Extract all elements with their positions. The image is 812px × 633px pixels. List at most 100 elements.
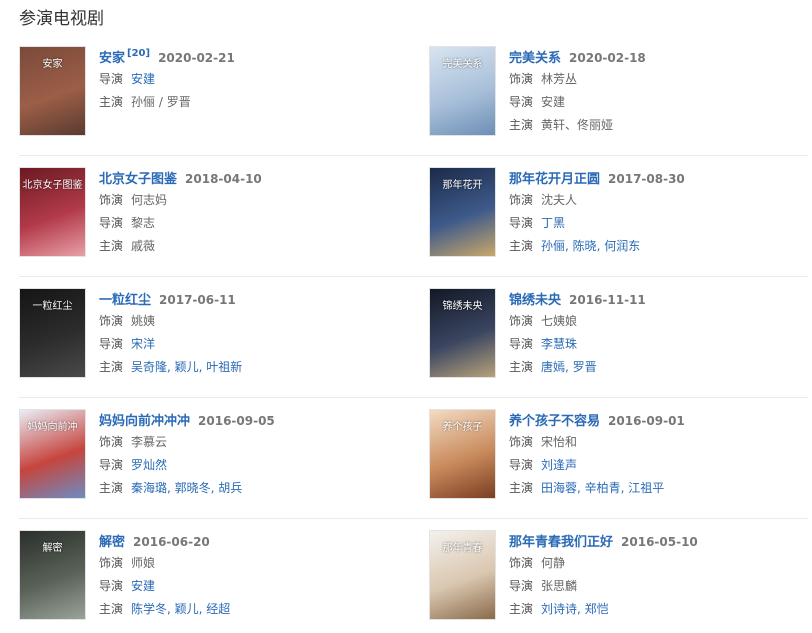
drama-poster[interactable]: 那年青春 <box>429 530 496 620</box>
drama-info: 一粒红尘 2017-06-11 饰演 姚姨 导演 宋洋 主演 吴奇隆, 颖儿, 叶祖新 <box>99 288 399 379</box>
drama-info: 那年青春我们正好 2016-05-10 饰演 何静 导演 张思麟 主演 刘诗诗, 郑恺 <box>509 530 809 621</box>
credit-label: 导演 <box>99 579 124 593</box>
credit-value-link[interactable]: 罗灿然 <box>131 458 167 472</box>
credit-label: 主演 <box>99 95 124 109</box>
release-date: 2017-06-11 <box>159 293 236 307</box>
credit-label: 主演 <box>509 118 534 132</box>
credit-value-link[interactable]: 丁黑 <box>541 216 565 230</box>
credit-label: 导演 <box>509 95 534 109</box>
credit-value: 七姨娘 <box>541 314 578 328</box>
credit-label: 主演 <box>509 239 534 253</box>
drama-info: 北京女子图鉴 2018-04-10 饰演 何志妈 导演 黎志 主演 戚薇 <box>99 167 399 258</box>
drama-title-link[interactable]: 锦绣未央 <box>509 293 561 308</box>
drama-poster[interactable]: 妈妈向前冲 <box>19 409 86 499</box>
drama-poster[interactable]: 锦绣未央 <box>429 288 496 378</box>
drama-poster[interactable]: 一粒红尘 <box>19 288 86 378</box>
poster-caption: 那年花开 <box>442 180 483 191</box>
credit-value-link[interactable]: 刘逢声 <box>541 458 577 472</box>
poster-caption: 那年青春 <box>442 543 483 554</box>
drama-poster[interactable]: 安家 <box>19 46 86 136</box>
drama-title-link[interactable]: 妈妈向前冲冲冲 <box>99 414 190 429</box>
row-divider <box>19 518 808 519</box>
credit-value-link[interactable]: 陈学冬, 颖儿, 经超 <box>131 602 230 616</box>
drama-title-link[interactable]: 一粒红尘 <box>99 293 151 308</box>
credit-value-link[interactable]: 宋洋 <box>131 337 155 351</box>
credit-label: 饰演 <box>509 193 534 207</box>
credit-row: 导演 宋洋 <box>99 333 399 356</box>
drama-title-link[interactable]: 养个孩子不容易 <box>509 414 600 429</box>
credit-row: 导演 张思麟 <box>509 575 809 598</box>
credit-label: 主演 <box>99 239 124 253</box>
credit-value: 林芳丛 <box>541 72 578 86</box>
credit-label: 导演 <box>99 216 124 230</box>
credit-row: 主演 黄轩、佟丽娅 <box>509 114 809 137</box>
drama-title-link[interactable]: 北京女子图鉴 <box>99 172 177 187</box>
credit-row: 饰演 何静 <box>509 552 809 575</box>
drama-poster[interactable]: 完美关系 <box>429 46 496 136</box>
credit-row: 饰演 七姨娘 <box>509 310 809 333</box>
credit-value: 师娘 <box>131 556 156 570</box>
credit-row: 主演 唐嫣, 罗晋 <box>509 356 809 379</box>
drama-info: 养个孩子不容易 2016-09-01 饰演 宋怡和 导演 刘逢声 主演 田海蓉, 辛柏青, 江… <box>509 409 809 500</box>
drama-poster[interactable]: 养个孩子 <box>429 409 496 499</box>
drama-poster[interactable]: 那年花开 <box>429 167 496 257</box>
credit-label: 主演 <box>509 360 534 374</box>
credit-label: 饰演 <box>509 314 534 328</box>
release-date: 2020-02-18 <box>569 51 646 65</box>
credit-row: 导演 黎志 <box>99 212 399 235</box>
credit-label: 主演 <box>509 481 534 495</box>
poster-caption: 北京女子图鉴 <box>22 180 83 191</box>
release-date: 2018-04-10 <box>185 172 262 186</box>
credit-row: 导演 罗灿然 <box>99 454 399 477</box>
drama-item: 一粒红尘 一粒红尘 2017-06-11 饰演 姚姨 导演 宋洋 主演 吴奇隆, 颖儿, 叶祖新 <box>19 288 409 388</box>
credit-value-link[interactable]: 孙俪, 陈晓, 何润东 <box>541 239 640 253</box>
credit-value: 何静 <box>541 556 566 570</box>
drama-item: 养个孩子 养个孩子不容易 2016-09-01 饰演 宋怡和 导演 刘逢声 主演 田海蓉, 辛柏… <box>429 409 812 509</box>
credit-value: 何志妈 <box>131 193 168 207</box>
credit-label: 主演 <box>99 481 124 495</box>
release-date: 2016-11-11 <box>569 293 646 307</box>
drama-title-link[interactable]: 完美关系 <box>509 51 561 66</box>
credit-value: 黎志 <box>131 216 156 230</box>
release-date: 2016-09-01 <box>608 414 685 428</box>
credit-value: 孙俪 / 罗晋 <box>131 95 191 109</box>
credit-row: 饰演 姚姨 <box>99 310 399 333</box>
credit-label: 导演 <box>509 579 534 593</box>
drama-info: 锦绣未央 2016-11-11 饰演 七姨娘 导演 李慧珠 主演 唐嫣, 罗晋 <box>509 288 809 379</box>
drama-poster[interactable]: 解密 <box>19 530 86 620</box>
credit-value-link[interactable]: 李慧珠 <box>541 337 577 351</box>
credit-row: 导演 安建 <box>509 91 809 114</box>
credit-label: 导演 <box>99 72 124 86</box>
drama-title-link[interactable]: 那年花开月正圆 <box>509 172 600 187</box>
drama-title-line: 北京女子图鉴 2018-04-10 <box>99 167 399 189</box>
credit-row: 主演 吴奇隆, 颖儿, 叶祖新 <box>99 356 399 379</box>
credit-value-link[interactable]: 刘诗诗, 郑恺 <box>541 602 609 616</box>
poster-caption: 养个孩子 <box>442 422 483 433</box>
drama-title-line: 养个孩子不容易 2016-09-01 <box>509 409 809 431</box>
drama-title-link[interactable]: 安家 <box>99 51 125 66</box>
poster-caption: 锦绣未央 <box>442 301 483 312</box>
credit-row: 饰演 李慕云 <box>99 431 399 454</box>
credit-value-link[interactable]: 唐嫣, 罗晋 <box>541 360 597 374</box>
citation-link[interactable]: [20] <box>127 48 150 59</box>
release-date: 2016-06-20 <box>133 535 210 549</box>
drama-info: 解密 2016-06-20 饰演 师娘 导演 安建 主演 陈学冬, 颖儿, 经超 <box>99 530 399 621</box>
credit-row: 主演 秦海璐, 郭晓冬, 胡兵 <box>99 477 399 500</box>
release-date: 2017-08-30 <box>608 172 685 186</box>
drama-title-link[interactable]: 那年青春我们正好 <box>509 535 613 550</box>
drama-item: 锦绣未央 锦绣未央 2016-11-11 饰演 七姨娘 导演 李慧珠 主演 唐嫣, 罗晋 <box>429 288 812 388</box>
credit-value-link[interactable]: 吴奇隆, 颖儿, 叶祖新 <box>131 360 242 374</box>
credit-value: 姚姨 <box>131 314 156 328</box>
credit-row: 饰演 宋怡和 <box>509 431 809 454</box>
credit-value-link[interactable]: 安建 <box>131 72 155 86</box>
credit-value-link[interactable]: 安建 <box>131 579 155 593</box>
credit-value-link[interactable]: 田海蓉, 辛柏青, 江祖平 <box>541 481 664 495</box>
credit-value-link[interactable]: 秦海璐, 郭晓冬, 胡兵 <box>131 481 242 495</box>
drama-title-link[interactable]: 解密 <box>99 535 125 550</box>
drama-poster[interactable]: 北京女子图鉴 <box>19 167 86 257</box>
credit-row: 主演 戚薇 <box>99 235 399 258</box>
credit-row: 导演 丁黑 <box>509 212 809 235</box>
drama-info: 妈妈向前冲冲冲 2016-09-05 饰演 李慕云 导演 罗灿然 主演 秦海璐, 郭晓冬, 胡… <box>99 409 399 500</box>
credit-value: 戚薇 <box>131 239 156 253</box>
poster-caption: 安家 <box>42 59 63 70</box>
